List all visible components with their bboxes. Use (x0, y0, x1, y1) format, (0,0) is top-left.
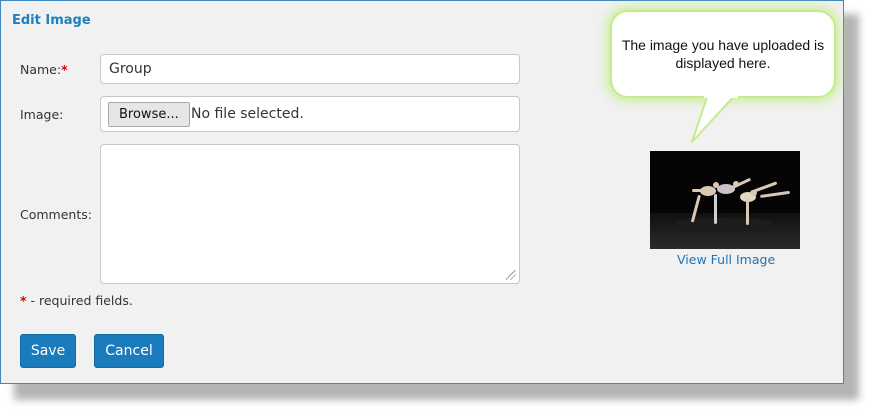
comments-textarea[interactable] (100, 144, 520, 284)
required-fields-note: * - required fields. (20, 293, 133, 308)
required-star: * (61, 62, 68, 77)
image-file-field[interactable]: Browse... No file selected. (100, 96, 520, 132)
callout-text: The image you have uploaded is displayed… (621, 37, 825, 71)
required-note-text: - required fields. (26, 293, 133, 308)
name-input[interactable] (100, 54, 520, 84)
resize-grip-icon[interactable] (506, 270, 516, 280)
dancers-photo-icon (650, 151, 800, 249)
panel-title: Edit Image (12, 13, 91, 28)
file-status: No file selected. (191, 106, 304, 122)
uploaded-image-thumbnail (650, 151, 800, 249)
view-full-image-link[interactable]: View Full Image (677, 252, 775, 267)
image-label: Image: (20, 107, 64, 122)
name-label-text: Name: (20, 62, 62, 77)
cancel-button[interactable]: Cancel (94, 334, 164, 368)
browse-button[interactable]: Browse... (108, 102, 190, 127)
callout-bubble: The image you have uploaded is displayed… (610, 10, 836, 98)
name-label: Name:* (20, 62, 68, 77)
comments-label: Comments: (20, 207, 92, 222)
save-button[interactable]: Save (20, 334, 76, 368)
callout-tail-icon (691, 94, 738, 143)
